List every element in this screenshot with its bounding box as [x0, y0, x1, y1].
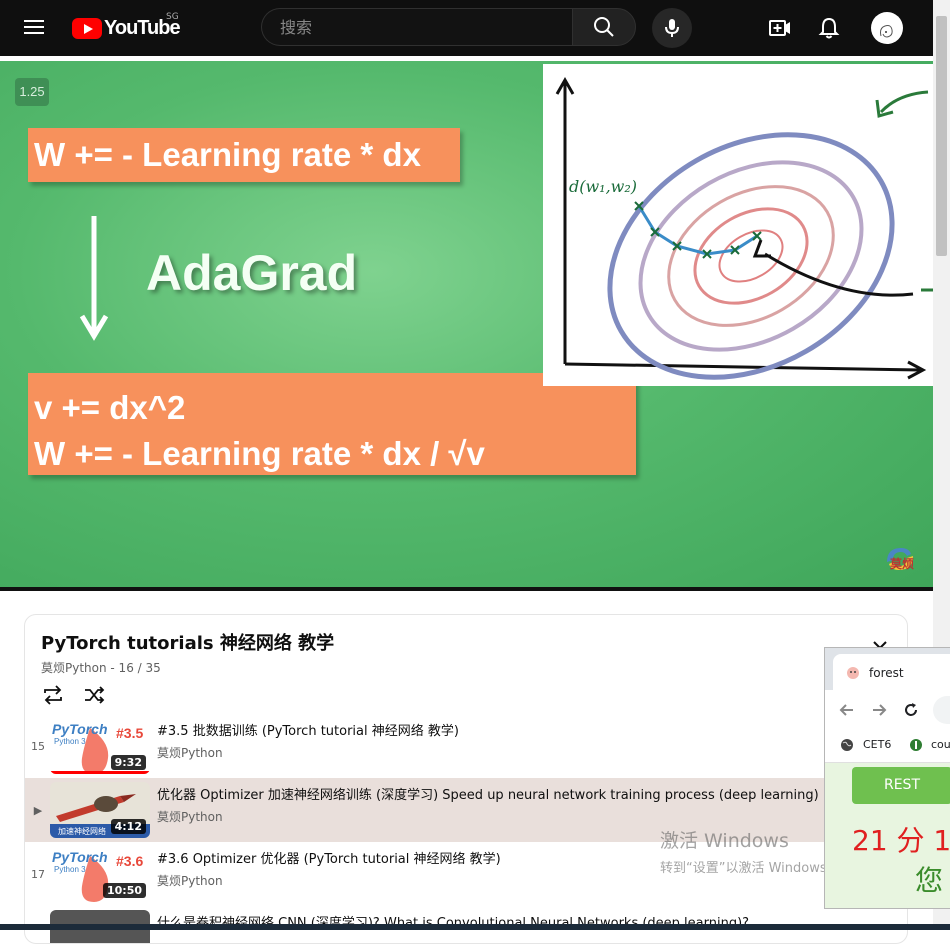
channel-name[interactable]: 莫烦Python [157, 872, 223, 889]
forest-popup-window: forest CET6 cou REST 21 分 17 您 [824, 647, 950, 909]
search-input[interactable] [278, 17, 562, 38]
contour-plot-drawing: d(w₁,w₂) [555, 76, 933, 380]
video-thumbnail[interactable]: 加速神经网络 4:12 [50, 782, 150, 838]
timer-display: 21 分 17 [852, 824, 950, 857]
timer-subtext: 您 [915, 864, 944, 897]
playlist-subtitle: 莫烦Python - 16 / 35 [41, 661, 161, 675]
forward-arrow-icon[interactable] [870, 701, 888, 719]
shuffle-icon[interactable] [83, 685, 105, 705]
notifications-button[interactable] [815, 14, 843, 42]
video-duration: 10:50 [102, 883, 146, 898]
avatar-image-icon [880, 25, 893, 38]
adagrad-label: AdaGrad [146, 245, 358, 301]
thumb-sub: Python 3 [54, 737, 86, 746]
watched-progress-bar [50, 771, 150, 774]
playlist-item-index: 15 [31, 740, 45, 753]
video-bottom-edge [0, 587, 933, 591]
menu-icon[interactable] [24, 18, 46, 36]
youtube-logo[interactable]: YouTube SG [72, 12, 181, 41]
browser-tab[interactable]: forest [833, 654, 950, 690]
back-arrow-icon[interactable] [838, 701, 856, 719]
channel-name[interactable]: 莫烦Python [157, 744, 223, 761]
forest-favicon-icon [847, 667, 859, 679]
bell-icon [818, 17, 840, 39]
bookmarks-bar: CET6 cou [825, 730, 950, 763]
thumb-brand: PyTorch [52, 849, 108, 865]
top-bar: YouTube SG [0, 0, 950, 56]
playlist-item[interactable]: 17 PyTorch Python 3 #3.6 10:50 #3.6 Opti… [25, 842, 907, 906]
thumb-brand: PyTorch [52, 721, 108, 737]
forest-timer-panel: REST 21 分 17 您 [825, 763, 950, 908]
channel-logo-icon: 莫烦 [887, 548, 914, 571]
video-title[interactable]: 优化器 Optimizer 加速神经网络训练 (深度学习) Speed up n… [157, 784, 819, 803]
equation-line-1: v += dx^2 [34, 389, 186, 426]
equation-line-2: W += - Learning rate * dx / √v [34, 435, 485, 472]
playlist-title[interactable]: PyTorch tutorials 神经网络 教学 [41, 629, 334, 655]
video-duration: 9:32 [110, 755, 146, 770]
video-duration: 4:12 [110, 819, 146, 834]
scrollbar-thumb[interactable] [936, 16, 947, 256]
browser-nav-bar [825, 690, 950, 730]
thumb-label: #3.5 [116, 725, 143, 741]
voice-search-button[interactable] [652, 8, 692, 48]
bookmark-item[interactable]: CET6 [863, 738, 891, 751]
equation-sgd: W += - Learning rate * dx [28, 128, 460, 182]
svg-text:莫烦: 莫烦 [890, 556, 914, 571]
search-box [261, 8, 572, 46]
loop-icon[interactable] [42, 685, 64, 705]
search-button[interactable] [572, 8, 636, 46]
youtube-play-icon [72, 17, 102, 39]
down-arrow-icon [79, 216, 109, 341]
bookmark-item[interactable]: cou [931, 738, 950, 751]
video-plus-icon [769, 20, 790, 36]
region-code: SG [166, 12, 179, 22]
windows-taskbar [0, 924, 950, 930]
contour-plot: d(w₁,w₂) [543, 64, 933, 386]
channel-name[interactable]: 莫烦Python [157, 808, 223, 825]
thumb-caption: 加速神经网络 [58, 826, 106, 836]
bookmark-favicon-icon [910, 739, 922, 751]
video-thumbnail[interactable]: PyTorch Python 3 #3.6 10:50 [50, 846, 150, 902]
reload-icon[interactable] [902, 701, 920, 719]
playlist-item-current[interactable]: ▶ 加速神经网络 4:12 优化器 Optimizer 加速神经网络训练 (深度… [25, 778, 907, 842]
address-bar[interactable] [933, 696, 950, 724]
equation-adagrad: v += dx^2 W += - Learning rate * dx / √v [28, 373, 636, 475]
video-thumbnail[interactable]: PyTorch Python 3 #3.5 9:32 [50, 718, 150, 774]
create-video-button[interactable] [766, 14, 794, 42]
search-icon [594, 17, 614, 37]
playlist-item-index: 17 [31, 868, 45, 881]
thumb-sub: Python 3 [54, 865, 86, 874]
tab-title: forest [869, 666, 904, 680]
playlist-item[interactable]: 15 PyTorch Python 3 #3.5 9:32 #3.5 批数据训练… [25, 714, 907, 778]
microphone-icon [665, 19, 679, 37]
video-title[interactable]: #3.5 批数据训练 (PyTorch tutorial 神经网络 教学) [157, 720, 459, 739]
now-playing-icon: ▶ [33, 804, 43, 817]
globe-icon [841, 739, 853, 751]
thumb-label: #3.6 [116, 853, 143, 869]
video-title[interactable]: #3.6 Optimizer 优化器 (PyTorch tutorial 神经网… [157, 848, 501, 867]
rest-button[interactable]: REST [852, 767, 950, 804]
video-player[interactable]: 1.25 W += - Learning rate * dx AdaGrad v… [0, 61, 933, 587]
playlist-panel: PyTorch tutorials 神经网络 教学 莫烦Python - 16 … [24, 614, 908, 944]
playback-speed-badge: 1.25 [15, 78, 49, 106]
avatar[interactable] [871, 12, 903, 44]
plot-annotation: d(w₁,w₂) [569, 177, 637, 196]
